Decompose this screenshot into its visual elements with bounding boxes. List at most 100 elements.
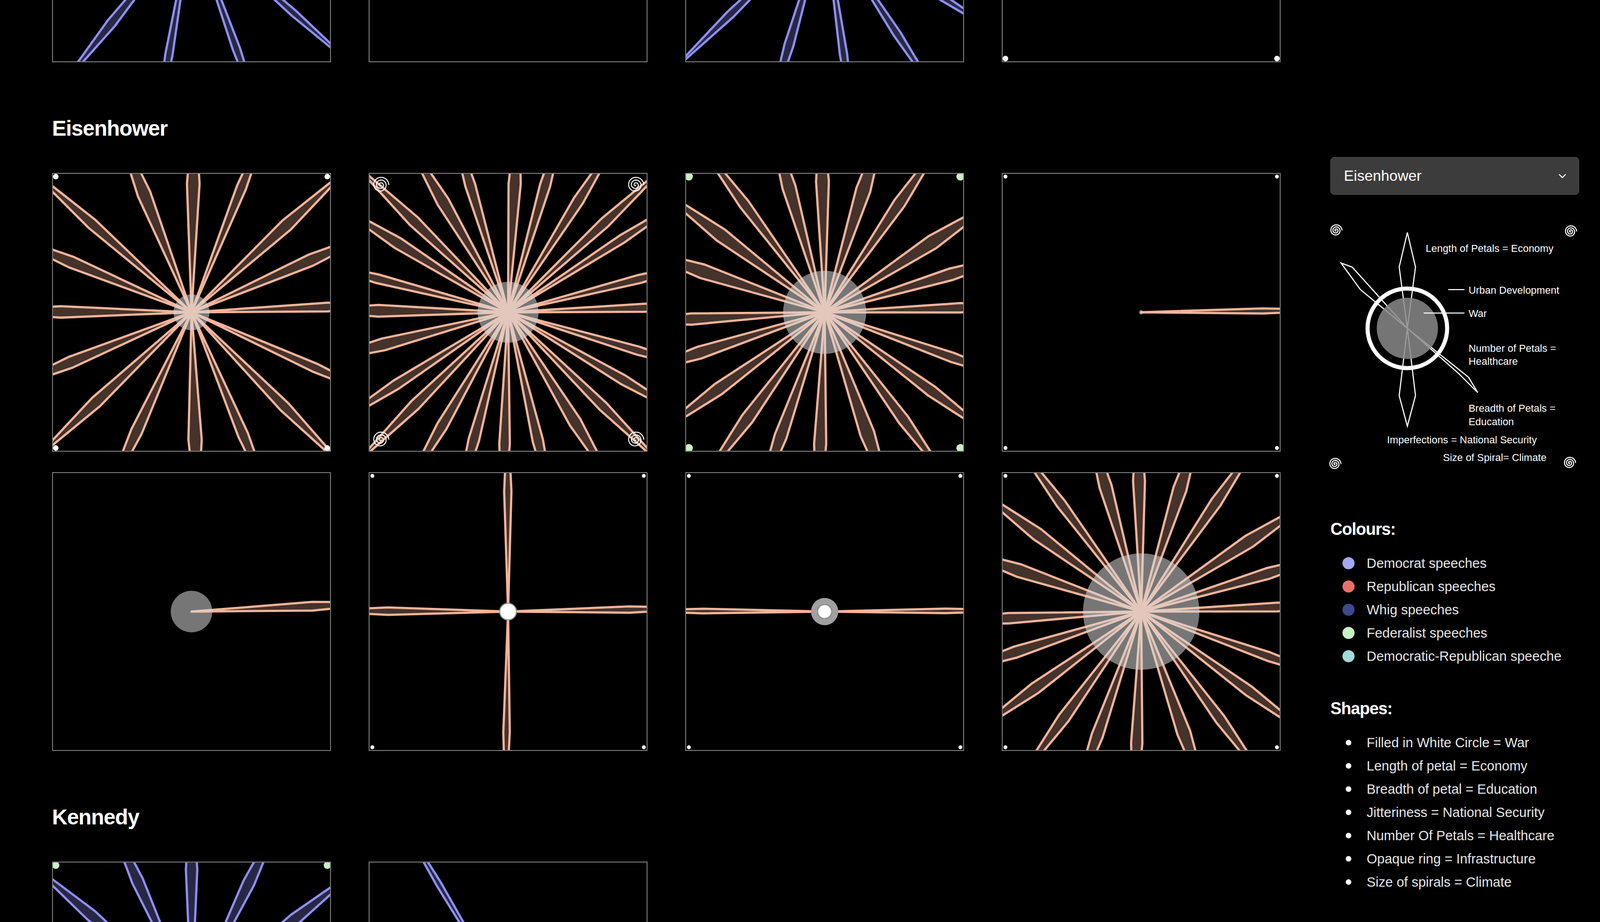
legend-label: War xyxy=(1468,307,1487,320)
shape-item: Opaque ring = Infrastructure xyxy=(1330,847,1600,871)
center-circle xyxy=(1138,310,1144,315)
colour-item: Federalist speeches xyxy=(1330,621,1600,645)
petal xyxy=(503,611,510,751)
petal xyxy=(191,0,331,62)
speech-tile[interactable] xyxy=(368,0,648,63)
shape-label: Length of petal = Economy xyxy=(1366,758,1528,774)
speech-glyph xyxy=(52,173,331,451)
center-circle xyxy=(1083,553,1200,670)
shape-item: Length of petal = Economy xyxy=(1330,754,1600,778)
petal xyxy=(191,0,266,62)
shape-label: Size of spirals = Climate xyxy=(1366,874,1512,891)
petal xyxy=(504,473,512,612)
speech-glyph xyxy=(369,473,647,751)
petal xyxy=(52,306,192,318)
war-circle xyxy=(817,604,832,619)
speech-tile[interactable] xyxy=(685,172,965,452)
spiral-icon xyxy=(1330,224,1343,236)
shapes-title: Shapes: xyxy=(1330,698,1600,720)
colour-dot xyxy=(1342,580,1355,593)
corner-dot xyxy=(1275,174,1279,179)
petal xyxy=(52,312,192,396)
spiral-icon xyxy=(373,177,390,192)
bullet-dot xyxy=(1345,833,1352,839)
colour-dot xyxy=(1342,650,1355,663)
speech-glyph xyxy=(52,0,331,62)
corner-dot xyxy=(686,443,694,451)
president-section: Eisenhower xyxy=(52,62,1281,752)
speech-tile[interactable] xyxy=(1001,472,1281,752)
president-title: Eisenhower xyxy=(52,62,1281,173)
corner-dot xyxy=(52,173,59,180)
legend-label: Breadth of Petals =Education xyxy=(1468,402,1556,428)
petal xyxy=(824,0,857,62)
petal xyxy=(508,606,647,614)
shape-label: Filled in White Circle = War xyxy=(1366,735,1529,751)
speech-tile[interactable] xyxy=(368,472,648,752)
colour-item: Whig speeches xyxy=(1330,598,1600,622)
legend-diagram: Length of Petals = EconomyUrban Developm… xyxy=(1325,216,1583,478)
speech-tile[interactable] xyxy=(1001,0,1281,63)
speech-tile[interactable] xyxy=(52,861,331,922)
speech-glyph xyxy=(52,473,331,751)
speech-glyph xyxy=(369,173,647,451)
petal xyxy=(1141,308,1280,314)
president-select[interactable]: Eisenhower xyxy=(1330,157,1580,195)
colour-label: Federalist speeches xyxy=(1366,625,1488,642)
leader-line xyxy=(1423,312,1465,314)
center-circle xyxy=(783,271,867,355)
tile-grid xyxy=(52,0,1281,63)
shapes-legend: Shapes: Filled in White Circle = War Lengt… xyxy=(1330,698,1600,894)
speech-tile[interactable] xyxy=(685,0,965,63)
colour-dot xyxy=(1342,603,1355,616)
speech-tile[interactable] xyxy=(685,472,965,752)
speech-tile[interactable] xyxy=(52,472,331,752)
petal xyxy=(824,608,964,614)
corner-dot xyxy=(1275,474,1279,478)
petal xyxy=(52,228,192,313)
infrastructure-ring xyxy=(813,601,835,622)
speech-tile[interactable] xyxy=(52,0,331,63)
petal xyxy=(191,862,288,922)
speech-tile[interactable] xyxy=(368,861,648,922)
petal xyxy=(52,862,192,922)
speech-tile[interactable] xyxy=(1001,172,1281,452)
speech-tile[interactable] xyxy=(52,172,331,452)
colours-legend: Colours:Democrat speechesRepublican spee… xyxy=(1330,519,1600,668)
colour-label: Republican speeches xyxy=(1366,579,1496,595)
legend-label: Number of Petals =Healthcare xyxy=(1468,342,1556,368)
petal xyxy=(186,173,200,313)
corner-dot xyxy=(687,474,691,478)
petal xyxy=(188,312,202,451)
petal xyxy=(191,225,331,313)
corner-dot xyxy=(1003,174,1008,179)
shape-label: Number Of Petals = Healthcare xyxy=(1366,828,1555,844)
petal xyxy=(765,0,825,62)
page: Eisenhower Kennedy Eisenhower Length of Pet… xyxy=(0,0,1600,922)
speech-glyph xyxy=(369,0,647,62)
shape-item: Breadth of petal = Education xyxy=(1330,777,1600,801)
corner-dot xyxy=(1274,55,1280,62)
colours-list: Democrat speeches Republican speeches Whig… xyxy=(1330,551,1600,668)
speech-glyph xyxy=(686,473,964,751)
corner-dot xyxy=(324,173,331,180)
spiral-icon xyxy=(628,432,644,447)
petal xyxy=(191,312,278,451)
corner-dot xyxy=(641,474,646,478)
colour-item: Democrat speeches xyxy=(1330,551,1600,576)
corner-dot xyxy=(641,745,646,750)
petal xyxy=(686,608,825,614)
corner-dot xyxy=(1002,55,1009,62)
speech-gallery: Eisenhower Kennedy xyxy=(0,0,1281,922)
corner-dot xyxy=(1275,745,1279,750)
bullet-dot xyxy=(1345,763,1352,769)
spiral-icon xyxy=(1329,458,1342,469)
corner-dot xyxy=(958,474,963,478)
center-circle xyxy=(477,281,539,343)
president-title: Kennedy xyxy=(52,751,1281,862)
petal xyxy=(153,0,192,62)
speech-glyph xyxy=(1002,173,1280,451)
speech-tile[interactable] xyxy=(368,172,648,452)
shape-label: Opaque ring = Infrastructure xyxy=(1366,851,1536,867)
shape-item: Jitteriness = National Security xyxy=(1330,800,1600,825)
